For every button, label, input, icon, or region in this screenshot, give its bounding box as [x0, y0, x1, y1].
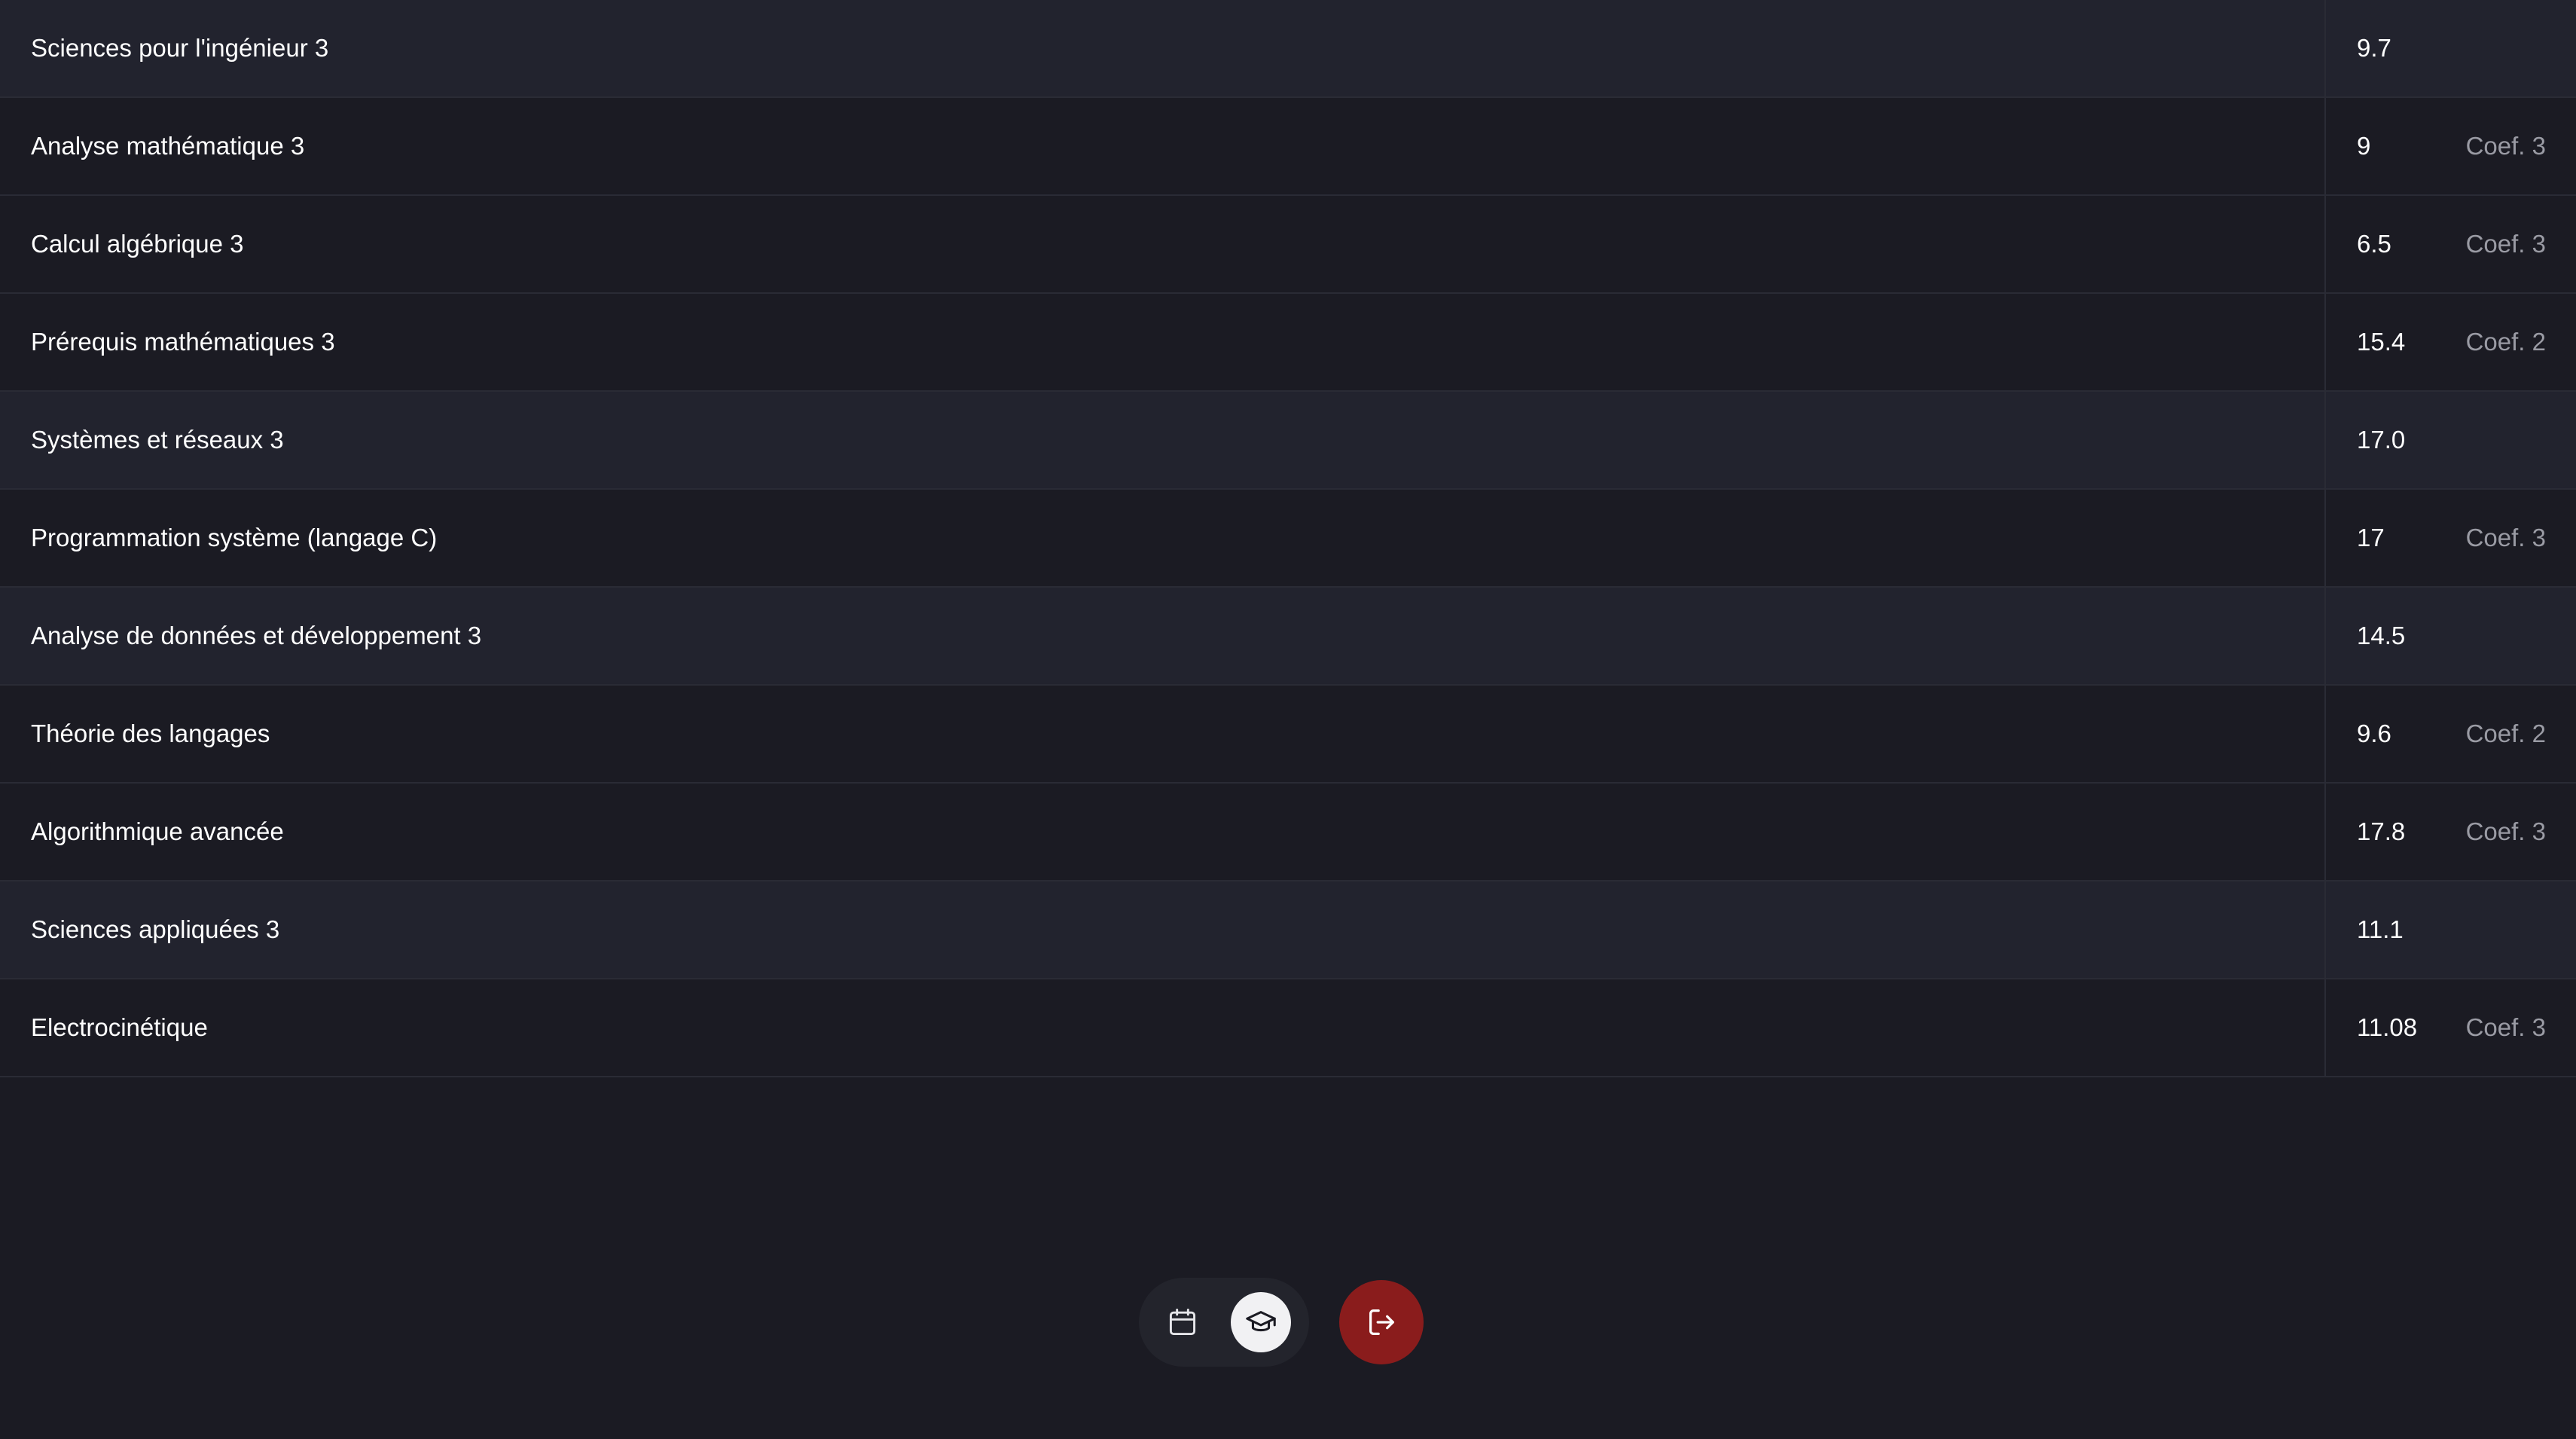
grade-value: 17 — [2357, 524, 2385, 551]
grade-cell: 11.08 Coef. 3 — [2326, 979, 2576, 1076]
logout-icon — [1364, 1305, 1399, 1340]
grade-value: 6.5 — [2357, 230, 2391, 258]
table-row: Théorie des langages 9.6 Coef. 2 — [0, 686, 2576, 784]
coefficient: Coef. 3 — [2465, 1013, 2546, 1041]
grade-value: 17.0 — [2357, 426, 2406, 454]
table-row: Systèmes et réseaux 3 17.0 — [0, 392, 2576, 490]
coefficient: Coef. 3 — [2465, 132, 2546, 160]
coefficient: Coef. 2 — [2465, 328, 2546, 356]
table-row: Analyse de données et développement 3 14… — [0, 588, 2576, 686]
grade-value: 17.8 — [2357, 817, 2406, 845]
coefficient: Coef. 3 — [2465, 524, 2546, 551]
grade-cell: 9.7 — [2326, 0, 2576, 96]
grade-cell: 9.6 Coef. 2 — [2326, 686, 2576, 782]
calendar-icon — [1166, 1306, 1199, 1339]
grade-value: 11.1 — [2357, 915, 2404, 943]
subject-name: Algorithmique avancée — [0, 784, 2326, 880]
grade-value: 9.7 — [2357, 34, 2391, 62]
nav-pill — [1139, 1278, 1309, 1367]
bottom-dock — [1139, 1278, 1424, 1367]
table-row: Calcul algébrique 3 6.5 Coef. 3 — [0, 196, 2576, 294]
grades-nav-button[interactable] — [1231, 1292, 1291, 1352]
logout-button[interactable] — [1339, 1280, 1424, 1364]
calendar-nav-button[interactable] — [1152, 1292, 1213, 1352]
table-row: Sciences pour l'ingénieur 3 9.7 — [0, 0, 2576, 98]
table-row: Electrocinétique 11.08 Coef. 3 — [0, 979, 2576, 1077]
subject-name: Systèmes et réseaux 3 — [0, 392, 2326, 488]
graduation-cap-icon — [1244, 1305, 1278, 1340]
coefficient: Coef. 2 — [2465, 720, 2546, 747]
subject-name: Analyse de données et développement 3 — [0, 588, 2326, 684]
subject-name: Calcul algébrique 3 — [0, 196, 2326, 292]
table-row: Algorithmique avancée 17.8 Coef. 3 — [0, 784, 2576, 881]
grade-cell: 6.5 Coef. 3 — [2326, 196, 2576, 292]
grade-cell: 14.5 — [2326, 588, 2576, 684]
table-row: Programmation système (langage C) 17 Coe… — [0, 490, 2576, 588]
table-row: Prérequis mathématiques 3 15.4 Coef. 2 — [0, 294, 2576, 392]
subject-name: Programmation système (langage C) — [0, 490, 2326, 586]
coefficient: Coef. 3 — [2465, 230, 2546, 258]
table-row: Sciences appliquées 3 11.1 — [0, 881, 2576, 979]
grade-cell: 17 Coef. 3 — [2326, 490, 2576, 586]
subject-name: Analyse mathématique 3 — [0, 98, 2326, 194]
subject-name: Théorie des langages — [0, 686, 2326, 782]
grade-cell: 17.0 — [2326, 392, 2576, 488]
table-row: Analyse mathématique 3 9 Coef. 3 — [0, 98, 2576, 196]
subject-name: Prérequis mathématiques 3 — [0, 294, 2326, 390]
grade-cell: 11.1 — [2326, 881, 2576, 978]
subject-name: Sciences pour l'ingénieur 3 — [0, 0, 2326, 96]
grade-value: 11.08 — [2357, 1013, 2418, 1041]
grade-value: 9.6 — [2357, 720, 2391, 747]
subject-name: Sciences appliquées 3 — [0, 881, 2326, 978]
grades-table: Sciences pour l'ingénieur 3 9.7 Analyse … — [0, 0, 2576, 1077]
grade-cell: 15.4 Coef. 2 — [2326, 294, 2576, 390]
grade-cell: 9 Coef. 3 — [2326, 98, 2576, 194]
grade-cell: 17.8 Coef. 3 — [2326, 784, 2576, 880]
grade-value: 15.4 — [2357, 328, 2406, 356]
coefficient: Coef. 3 — [2465, 817, 2546, 845]
grade-value: 9 — [2357, 132, 2371, 160]
grade-value: 14.5 — [2357, 622, 2406, 649]
subject-name: Electrocinétique — [0, 979, 2326, 1076]
